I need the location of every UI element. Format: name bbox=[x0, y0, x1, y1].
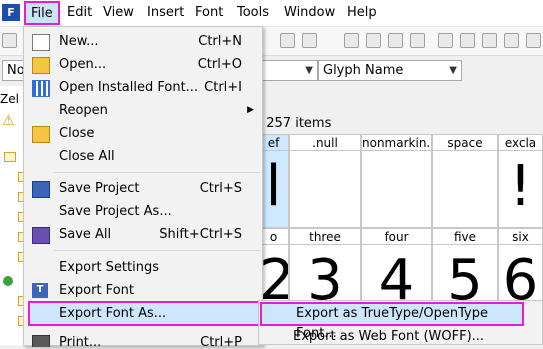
folder-icon[interactable] bbox=[4, 152, 16, 162]
menu-view[interactable]: View bbox=[97, 0, 140, 26]
menu-item-save-all[interactable]: Save All Shift+Ctrl+S bbox=[24, 223, 262, 246]
menu-item-label: Close All bbox=[59, 149, 115, 164]
menu-file[interactable]: File bbox=[24, 1, 60, 25]
menu-item-close-all[interactable]: Close All bbox=[24, 145, 262, 168]
menu-item-shortcut: Ctrl+N bbox=[198, 34, 242, 49]
menu-item-label: Export Settings bbox=[59, 260, 160, 275]
open-folder-icon bbox=[32, 57, 50, 74]
submenu-item-export-woff[interactable]: Export as Web Font (WOFF)... bbox=[259, 325, 542, 345]
globe-icon bbox=[3, 276, 13, 286]
new-document-icon bbox=[32, 34, 50, 51]
menu-item-label: Save Project bbox=[59, 181, 140, 196]
glyph-cell-header: five bbox=[432, 228, 498, 245]
menu-item-label: Open Installed Font... bbox=[59, 80, 199, 95]
menu-item-label: Open... bbox=[59, 57, 107, 72]
glyph-cell-header: six bbox=[498, 228, 543, 245]
menu-item-export-font[interactable]: T Export Font bbox=[24, 279, 262, 302]
glyph-cell-header: space bbox=[432, 134, 498, 151]
glyph-cell[interactable] bbox=[361, 151, 432, 228]
menu-separator bbox=[54, 172, 260, 173]
menu-item-label: Save Project As... bbox=[59, 204, 172, 219]
export-font-icon: T bbox=[32, 283, 48, 298]
font-combo[interactable]: No bbox=[2, 60, 25, 81]
menu-item-open[interactable]: Open... Ctrl+O bbox=[24, 53, 262, 76]
menu-item-shortcut: Shift+Ctrl+S bbox=[159, 227, 242, 242]
toolbar-icon[interactable] bbox=[302, 33, 317, 48]
glyph-cell-header: nonmarkin... bbox=[361, 134, 432, 151]
toolbar-icon[interactable] bbox=[388, 33, 403, 48]
glyph-cell[interactable] bbox=[289, 151, 361, 228]
menu-item-close[interactable]: Close bbox=[24, 122, 262, 145]
menu-insert[interactable]: Insert bbox=[141, 0, 190, 26]
glyph-count-label: , 257 items bbox=[258, 116, 332, 131]
submenu-arrow-icon: ▶ bbox=[247, 105, 254, 115]
toolbar-icon[interactable] bbox=[280, 33, 295, 48]
menu-item-open-installed-font[interactable]: Open Installed Font... Ctrl+I bbox=[24, 76, 262, 99]
installed-font-icon bbox=[32, 80, 50, 97]
menu-item-label: Export Font bbox=[59, 283, 134, 298]
menu-item-label: Close bbox=[59, 126, 95, 141]
align-icon[interactable] bbox=[460, 33, 475, 48]
menu-item-label: Export Font As... bbox=[59, 306, 167, 321]
save-all-icon bbox=[32, 227, 50, 244]
glyph-name-combo[interactable]: Glyph Name ▼ bbox=[318, 60, 462, 81]
align-icon[interactable] bbox=[504, 33, 519, 48]
menu-item-new[interactable]: New... Ctrl+N bbox=[24, 30, 262, 53]
glyph-cell-header: three bbox=[289, 228, 361, 245]
chevron-down-icon: ▼ bbox=[305, 65, 313, 76]
glyph-name-combo-value: Glyph Name bbox=[323, 63, 404, 78]
glyph-cell[interactable]: ! bbox=[498, 151, 543, 228]
glyph-cell-header: four bbox=[361, 228, 432, 245]
menu-item-shortcut: Ctrl+I bbox=[204, 80, 242, 95]
menu-item-export-settings[interactable]: Export Settings bbox=[24, 256, 262, 279]
menu-tools[interactable]: Tools bbox=[231, 0, 275, 26]
menu-item-export-font-as[interactable]: Export Font As... ▶ bbox=[28, 301, 284, 326]
align-icon[interactable] bbox=[526, 33, 541, 48]
app-logo-icon: F bbox=[2, 4, 20, 21]
glyph-cell[interactable] bbox=[432, 151, 498, 228]
menu-window[interactable]: Window bbox=[278, 0, 341, 26]
menu-item-reopen[interactable]: Reopen ▶ bbox=[24, 99, 262, 122]
eraser-icon[interactable] bbox=[344, 33, 359, 48]
menu-item-save-project-as[interactable]: Save Project As... bbox=[24, 200, 262, 223]
menu-font[interactable]: Font bbox=[189, 0, 229, 26]
file-menu-dropdown: New... Ctrl+N Open... Ctrl+O Open Instal… bbox=[23, 26, 284, 347]
menu-separator bbox=[54, 250, 260, 251]
print-icon bbox=[32, 335, 50, 347]
menu-help[interactable]: Help bbox=[341, 0, 383, 26]
save-disk-icon bbox=[32, 181, 50, 198]
menu-item-shortcut: Ctrl+S bbox=[199, 181, 242, 196]
menu-item-label: Reopen bbox=[59, 103, 108, 118]
submenu-item-label: Export as Web Font (WOFF)... bbox=[293, 329, 485, 344]
align-icon[interactable] bbox=[438, 33, 453, 48]
glyph-cell-header: .null bbox=[289, 134, 361, 151]
close-folder-icon bbox=[32, 126, 50, 143]
submenu-item-export-truetype[interactable]: Export as TrueType/OpenType Font... bbox=[260, 302, 524, 341]
filter-combo[interactable]: ▼ bbox=[262, 60, 318, 81]
align-icon[interactable] bbox=[482, 33, 497, 48]
menu-bar: F File Edit View Insert Font Tools Windo… bbox=[0, 0, 543, 27]
warning-icon: ⚠ bbox=[2, 113, 15, 129]
toolbar-icon[interactable] bbox=[410, 33, 425, 48]
toolbar-icon[interactable] bbox=[366, 33, 381, 48]
menu-edit[interactable]: Edit bbox=[61, 0, 98, 26]
glyph-cell-header: excla bbox=[498, 134, 543, 151]
menu-item-shortcut: Ctrl+O bbox=[197, 57, 242, 72]
toolbar-icon[interactable] bbox=[2, 33, 17, 48]
menu-item-save-project[interactable]: Save Project Ctrl+S bbox=[24, 177, 262, 200]
menu-item-label: New... bbox=[59, 34, 99, 49]
chevron-down-icon: ▼ bbox=[449, 65, 457, 76]
export-font-as-submenu: Export as TrueType/OpenType Font... Expo… bbox=[258, 300, 543, 345]
menu-item-label: Save All bbox=[59, 227, 112, 242]
